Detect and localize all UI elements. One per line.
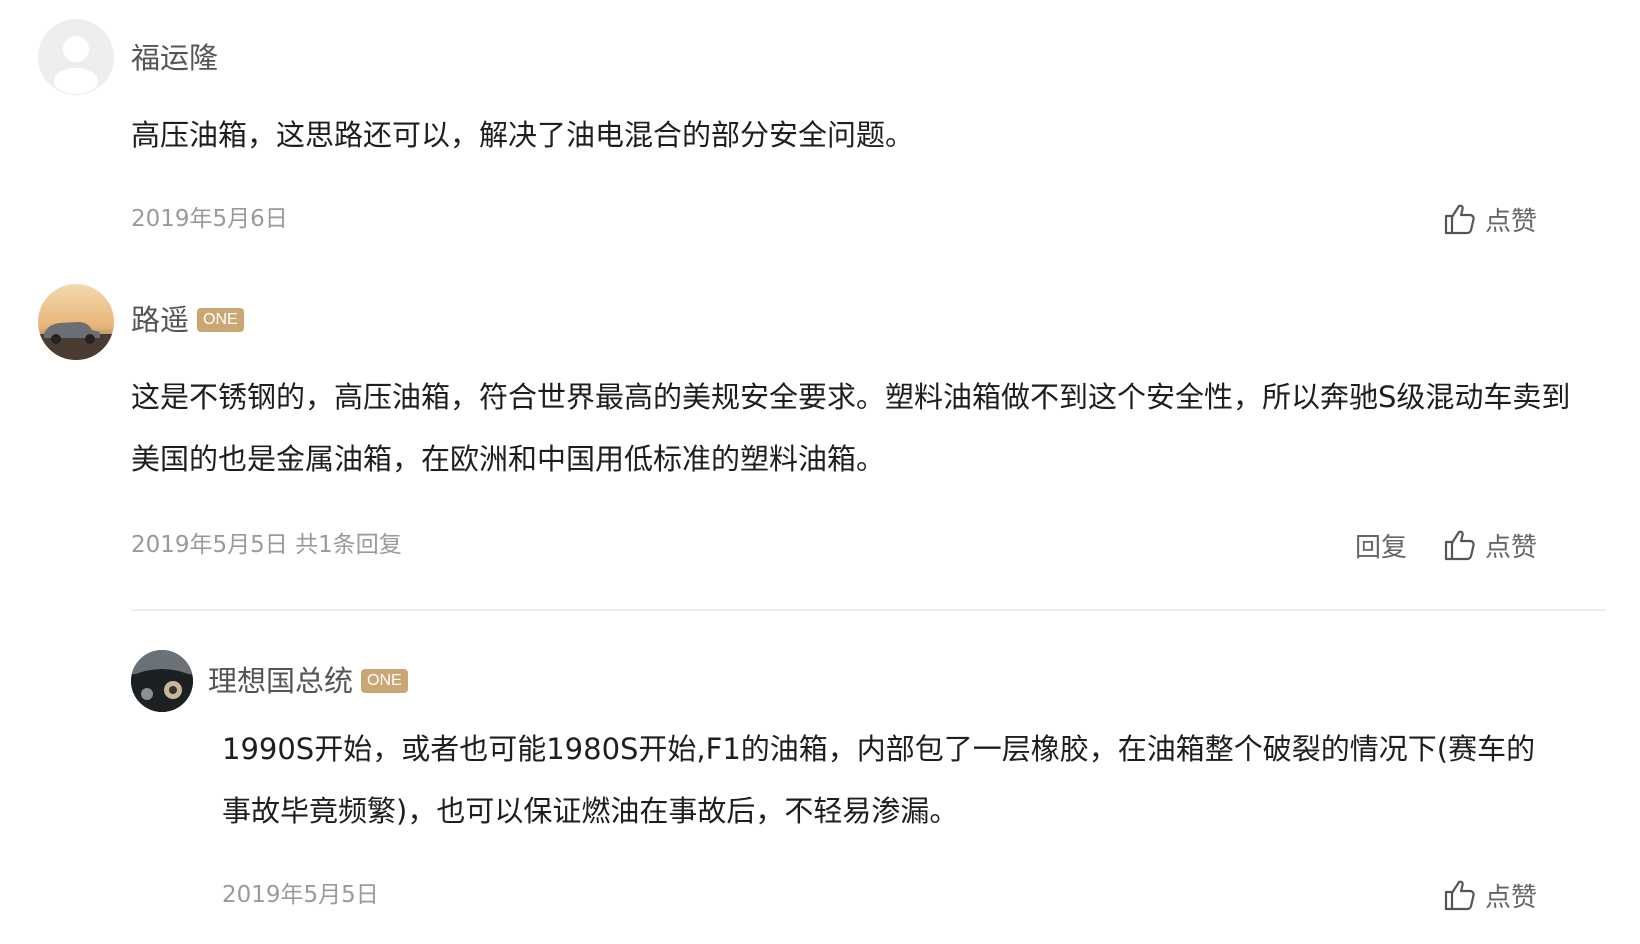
thumbs-up-icon	[1444, 204, 1475, 235]
like-label: 点赞	[1484, 532, 1537, 563]
username[interactable]: 理想国总统 ONE	[208, 663, 408, 699]
comment-date: 2019年5月5日 共1条回复	[131, 532, 402, 558]
avatar[interactable]	[38, 19, 114, 95]
reply-button[interactable]: 回复	[1355, 527, 1407, 564]
dashboard-photo-avatar	[131, 650, 193, 712]
like-button[interactable]: 点赞	[1443, 877, 1537, 914]
default-avatar-icon	[38, 19, 114, 95]
thumbs-up-icon	[1444, 880, 1475, 911]
comment-text: 高压油箱，这思路还可以，解决了油电混合的部分安全问题。	[131, 118, 915, 152]
reply-actions: 点赞	[1443, 875, 1537, 915]
like-button[interactable]: 点赞	[1443, 527, 1537, 564]
comment-date: 2019年5月6日	[131, 206, 288, 232]
divider	[131, 609, 1606, 611]
reply-text: 1990S开始，或者也可能1980S开始,F1的油箱，内部包了一层橡胶，在油箱整…	[222, 732, 1536, 828]
avatar[interactable]	[131, 650, 193, 712]
username[interactable]: 福运隆	[131, 40, 218, 76]
like-label: 点赞	[1484, 882, 1537, 913]
membership-badge: ONE	[361, 669, 408, 693]
comment-actions: 回复 点赞	[1355, 525, 1537, 565]
avatar[interactable]	[38, 284, 114, 360]
like-button[interactable]: 点赞	[1443, 201, 1537, 238]
comment-actions: 点赞	[1443, 199, 1537, 239]
username[interactable]: 路遥 ONE	[131, 302, 244, 338]
comment-text: 这是不锈钢的，高压油箱，符合世界最高的美规安全要求。塑料油箱做不到这个安全性，所…	[131, 380, 1571, 476]
thumbs-up-icon	[1444, 530, 1475, 561]
like-label: 点赞	[1484, 206, 1537, 237]
car-photo-avatar	[38, 284, 114, 360]
membership-badge: ONE	[197, 308, 244, 332]
reply-date: 2019年5月5日	[222, 882, 379, 908]
